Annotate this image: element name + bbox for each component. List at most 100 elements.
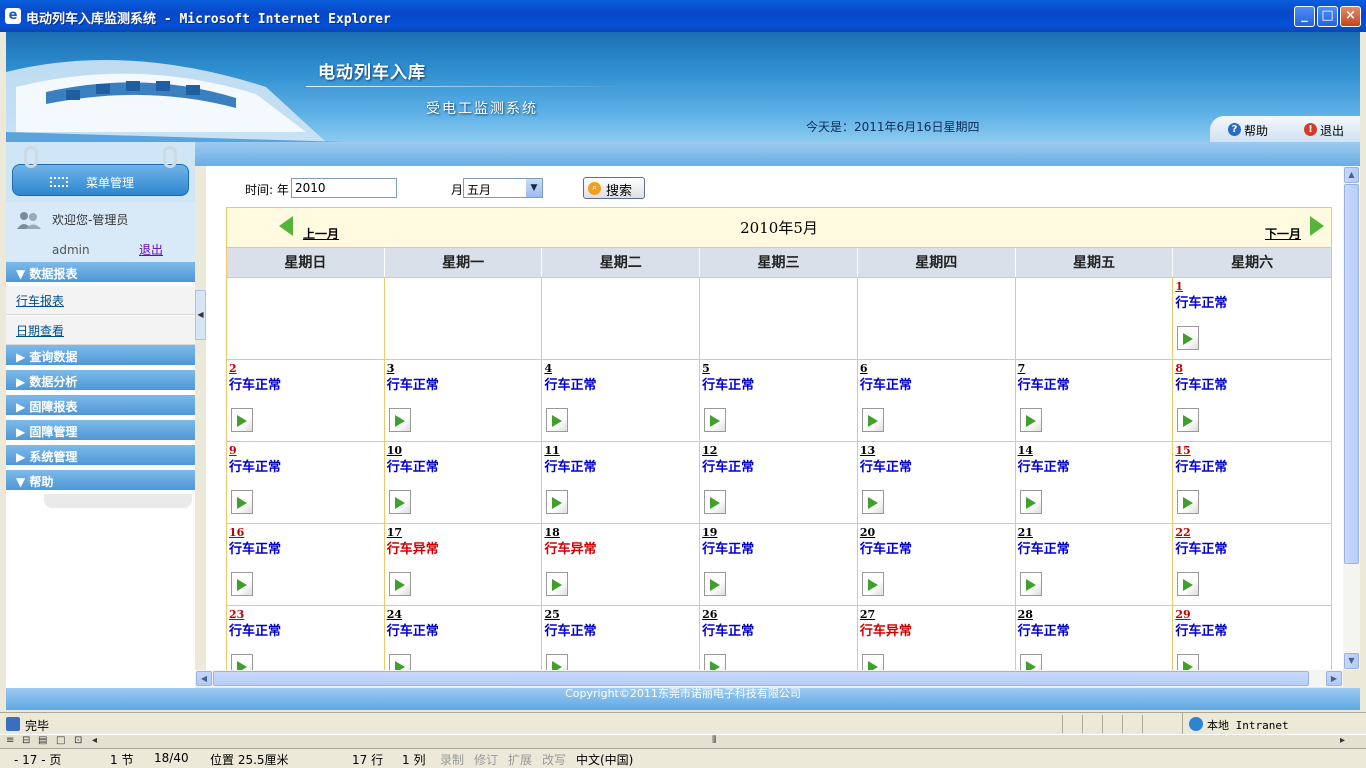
view-report-icon[interactable] (546, 408, 569, 432)
scroll-up-button[interactable]: ▲ (1344, 167, 1359, 183)
maximize-button[interactable]: □ (1317, 6, 1338, 27)
horizontal-scrollbar[interactable]: ◀ ▶ (195, 670, 1343, 687)
view-icon[interactable]: □ (56, 735, 65, 746)
collapse-sidebar-button[interactable]: ◀ (195, 290, 206, 340)
chevron-down-icon[interactable]: ▼ (526, 179, 542, 197)
calendar-day-cell[interactable]: 5 行车正常 (700, 360, 858, 441)
calendar-day-cell[interactable]: 19 行车正常 (700, 524, 858, 605)
view-report-icon[interactable] (231, 490, 253, 514)
view-report-icon[interactable] (546, 490, 569, 514)
view-icon[interactable]: ⊟ (22, 735, 30, 746)
help-link[interactable]: 帮助 (1244, 122, 1268, 139)
sidebar-category-help[interactable]: ▼ 帮助 (6, 470, 195, 492)
scroll-thumb[interactable] (1344, 184, 1359, 564)
view-report-icon[interactable] (861, 572, 884, 596)
calendar-day-cell[interactable]: 11 行车正常 (542, 442, 701, 523)
exit-icon[interactable]: ! (1304, 123, 1317, 136)
calendar-day-cell[interactable]: 26 行车正常 (700, 606, 858, 670)
calendar-day-cell[interactable]: 15 行车正常 (1173, 442, 1331, 523)
scroll-right-button[interactable]: ▶ (1326, 671, 1342, 686)
view-report-icon[interactable] (704, 490, 727, 514)
view-report-icon[interactable] (1177, 654, 1200, 670)
view-report-icon[interactable] (231, 572, 253, 596)
view-report-icon[interactable] (546, 654, 569, 670)
sidebar-category-system[interactable]: ▶ 系统管理 (6, 445, 195, 467)
calendar-day-cell[interactable]: 3 行车正常 (385, 360, 543, 441)
scroll-thumb[interactable] (213, 671, 1309, 686)
view-report-icon[interactable] (861, 408, 884, 432)
sidebar-category-analysis[interactable]: ▶ 数据分析 (6, 370, 195, 392)
help-icon[interactable]: ? (1228, 123, 1241, 136)
view-report-icon[interactable] (1019, 654, 1042, 670)
calendar-day-cell[interactable]: 2 行车正常 (227, 360, 385, 441)
view-report-icon[interactable] (1177, 572, 1200, 596)
view-icon[interactable]: ▤ (38, 735, 47, 746)
calendar-day-cell[interactable]: 21 行车正常 (1016, 524, 1174, 605)
view-report-icon[interactable] (231, 654, 253, 670)
calendar-day-cell[interactable]: 25 行车正常 (542, 606, 701, 670)
view-icon[interactable]: ⊡ (74, 735, 82, 746)
next-month-link[interactable]: 下一月 (1265, 225, 1301, 242)
view-report-icon[interactable] (1019, 408, 1042, 432)
calendar-day-cell[interactable]: 22 行车正常 (1173, 524, 1331, 605)
sidebar-category-query[interactable]: ▶ 查询数据 (6, 345, 195, 367)
calendar-day-cell[interactable]: 23 行车正常 (227, 606, 385, 670)
calendar-day-cell[interactable]: 28 行车正常 (1016, 606, 1174, 670)
sidebar-category-fault-manage[interactable]: ▶ 固障管理 (6, 420, 195, 442)
calendar-day-cell[interactable]: 8 行车正常 (1173, 360, 1331, 441)
calendar-day-cell[interactable]: 24 行车正常 (385, 606, 543, 670)
view-report-icon[interactable] (1177, 408, 1200, 432)
extend-indicator[interactable]: 扩展 (508, 751, 532, 768)
exit-link[interactable]: 退出 (1320, 122, 1344, 139)
overwrite-indicator[interactable]: 改写 (542, 751, 566, 768)
view-report-icon[interactable] (1177, 326, 1200, 350)
close-button[interactable]: × (1340, 6, 1361, 27)
scroll-right-icon[interactable]: ▸ (1340, 735, 1345, 746)
record-indicator[interactable]: 录制 (440, 751, 464, 768)
next-arrow-icon[interactable] (1310, 216, 1324, 236)
calendar-day-cell[interactable]: 29 行车正常 (1173, 606, 1331, 670)
calendar-day-cell[interactable]: 27 行车异常 (858, 606, 1016, 670)
calendar-day-cell[interactable]: 4 行车正常 (542, 360, 701, 441)
calendar-day-cell[interactable]: 12 行车正常 (700, 442, 858, 523)
calendar-day-cell[interactable]: 20 行车正常 (858, 524, 1016, 605)
logout-link[interactable]: 退出 (139, 241, 163, 258)
calendar-day-cell[interactable]: 1 行车正常 (1173, 278, 1331, 359)
calendar-day-cell[interactable]: 10 行车正常 (385, 442, 543, 523)
calendar-day-cell[interactable]: 18 行车异常 (542, 524, 701, 605)
calendar-day-cell[interactable]: 17 行车异常 (385, 524, 543, 605)
view-report-icon[interactable] (388, 490, 411, 514)
minimize-button[interactable]: _ (1294, 6, 1315, 27)
calendar-day-cell[interactable]: 16 行车正常 (227, 524, 385, 605)
view-report-icon[interactable] (231, 408, 253, 432)
year-input[interactable] (291, 178, 397, 198)
view-report-icon[interactable] (861, 490, 884, 514)
search-button[interactable]: ⌕ 搜索 (583, 177, 645, 199)
view-report-icon[interactable] (704, 654, 727, 670)
view-report-icon[interactable] (1177, 490, 1200, 514)
calendar-day-cell[interactable]: 13 行车正常 (858, 442, 1016, 523)
calendar-day-cell[interactable]: 7 行车正常 (1016, 360, 1174, 441)
track-indicator[interactable]: 修订 (474, 751, 498, 768)
month-select[interactable]: 五月 ▼ (463, 178, 543, 198)
scroll-down-button[interactable]: ▼ (1344, 653, 1359, 669)
view-report-icon[interactable] (388, 654, 411, 670)
calendar-day-cell[interactable]: 6 行车正常 (858, 360, 1016, 441)
view-report-icon[interactable] (1019, 572, 1042, 596)
scroll-grip-icon[interactable]: ⦀ (712, 735, 716, 746)
view-report-icon[interactable] (388, 572, 411, 596)
sidebar-category-fault-report[interactable]: ▶ 固障报表 (6, 395, 195, 417)
window-titlebar[interactable]: e 电动列车入库监测系统 - Microsoft Internet Explor… (0, 0, 1366, 32)
view-report-icon[interactable] (861, 654, 884, 670)
sidebar-category-data-report[interactable]: ▼ 数据报表 (6, 262, 195, 284)
sidebar-item-driving-report[interactable]: 行车报表 (6, 286, 195, 315)
view-report-icon[interactable] (1019, 490, 1042, 514)
calendar-day-cell[interactable]: 14 行车正常 (1016, 442, 1174, 523)
calendar-day-cell[interactable]: 9 行车正常 (227, 442, 385, 523)
sidebar-item-date-view[interactable]: 日期查看 (6, 316, 195, 345)
view-report-icon[interactable] (704, 572, 727, 596)
vertical-scrollbar[interactable]: ▲ ▼ (1343, 166, 1360, 670)
scroll-left-icon[interactable]: ◂ (92, 735, 97, 746)
view-report-icon[interactable] (704, 408, 727, 432)
view-report-icon[interactable] (546, 572, 569, 596)
